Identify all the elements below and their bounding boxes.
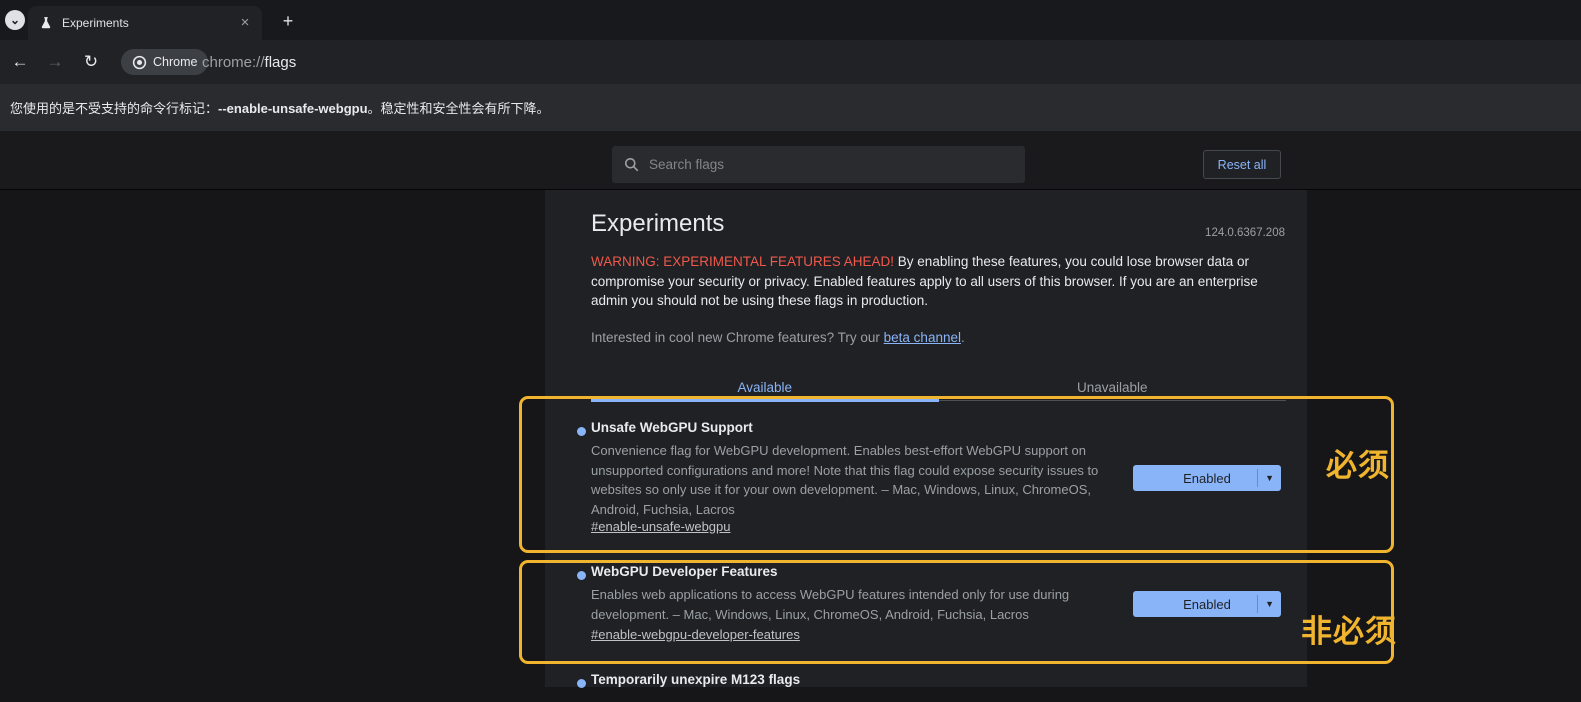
chrome-chip[interactable]: Chrome	[121, 49, 208, 75]
flags-content: Experiments 124.0.6367.208 WARNING: EXPE…	[545, 190, 1307, 687]
flag-name: WebGPU Developer Features	[591, 564, 778, 579]
beta-promo-text: Interested in cool new Chrome features? …	[591, 330, 965, 345]
command-line-warning-banner: 您使用的是不受支持的命令行标记：--enable-unsafe-webgpu。稳…	[0, 84, 1581, 131]
dropdown-arrow-icon: ▼	[1265, 473, 1274, 483]
banner-text: 您使用的是不受支持的命令行标记：--enable-unsafe-webgpu。稳…	[10, 98, 550, 117]
flag-description: Convenience flag for WebGPU development.…	[591, 441, 1121, 519]
version-label: 124.0.6367.208	[1205, 227, 1285, 239]
flag-value-select[interactable]: Enabled ▼	[1133, 465, 1281, 491]
beta-channel-link[interactable]: beta channel	[884, 330, 961, 345]
search-icon	[624, 157, 639, 172]
flag-description: Enables web applications to access WebGP…	[591, 585, 1121, 624]
flag-row-unsafe-webgpu: Unsafe WebGPU Support Convenience flag f…	[591, 420, 1283, 554]
search-input[interactable]: Search flags	[612, 146, 1025, 183]
reload-button[interactable]: ↻	[79, 50, 103, 74]
warning-emphasis: WARNING: EXPERIMENTAL FEATURES AHEAD!	[591, 254, 894, 269]
chrome-chip-label: Chrome	[153, 55, 197, 69]
flags-tabs: Available Unavailable	[591, 375, 1286, 401]
flag-row-webgpu-developer-features: WebGPU Developer Features Enables web ap…	[591, 564, 1283, 664]
toolbar: ← → ↻ Chrome chrome://flags	[0, 40, 1581, 84]
tab-unavailable[interactable]: Unavailable	[939, 375, 1287, 400]
page-title: Experiments	[591, 210, 724, 238]
back-button[interactable]: ←	[8, 50, 32, 74]
flag-modified-dot	[577, 427, 586, 436]
tab-search-button[interactable]: ⌄	[5, 10, 25, 30]
flag-value: Enabled	[1183, 597, 1231, 612]
tab-available[interactable]: Available	[591, 375, 939, 400]
tab-experiments[interactable]: Experiments ×	[28, 6, 262, 40]
tab-close-icon[interactable]: ×	[236, 14, 254, 32]
tab-strip: ⌄ Experiments × +	[0, 0, 1581, 40]
url-path: flags	[265, 54, 297, 71]
reset-all-button[interactable]: Reset all	[1203, 150, 1281, 179]
url-scheme: chrome://	[202, 54, 265, 71]
flag-row-partial: Temporarily unexpire M123 flags	[591, 672, 1283, 702]
forward-button[interactable]: →	[43, 50, 67, 74]
new-tab-button[interactable]: +	[276, 9, 300, 33]
chevron-down-icon: ⌄	[10, 13, 20, 27]
search-placeholder: Search flags	[649, 157, 724, 172]
flag-name: Temporarily unexpire M123 flags	[591, 672, 800, 687]
chrome-logo-icon	[132, 55, 147, 70]
banner-flag-name: --enable-unsafe-webgpu	[218, 101, 368, 116]
dropdown-arrow-icon: ▼	[1265, 599, 1274, 609]
flag-permalink[interactable]: #enable-unsafe-webgpu	[591, 519, 731, 534]
address-bar[interactable]: chrome://flags	[202, 40, 296, 84]
flag-value-select[interactable]: Enabled ▼	[1133, 591, 1281, 617]
tab-title: Experiments	[62, 16, 236, 30]
experimental-warning-text: WARNING: EXPERIMENTAL FEATURES AHEAD! By…	[591, 252, 1291, 311]
flag-value: Enabled	[1183, 471, 1231, 486]
flask-icon	[39, 16, 53, 30]
flag-modified-dot	[577, 571, 586, 580]
flag-name: Unsafe WebGPU Support	[591, 420, 753, 435]
annotation-label-required: 必须	[1326, 440, 1390, 485]
flags-search-band: Search flags Reset all	[0, 131, 1581, 190]
flag-permalink[interactable]: #enable-webgpu-developer-features	[591, 627, 800, 642]
annotation-label-optional: 非必须	[1301, 606, 1397, 651]
